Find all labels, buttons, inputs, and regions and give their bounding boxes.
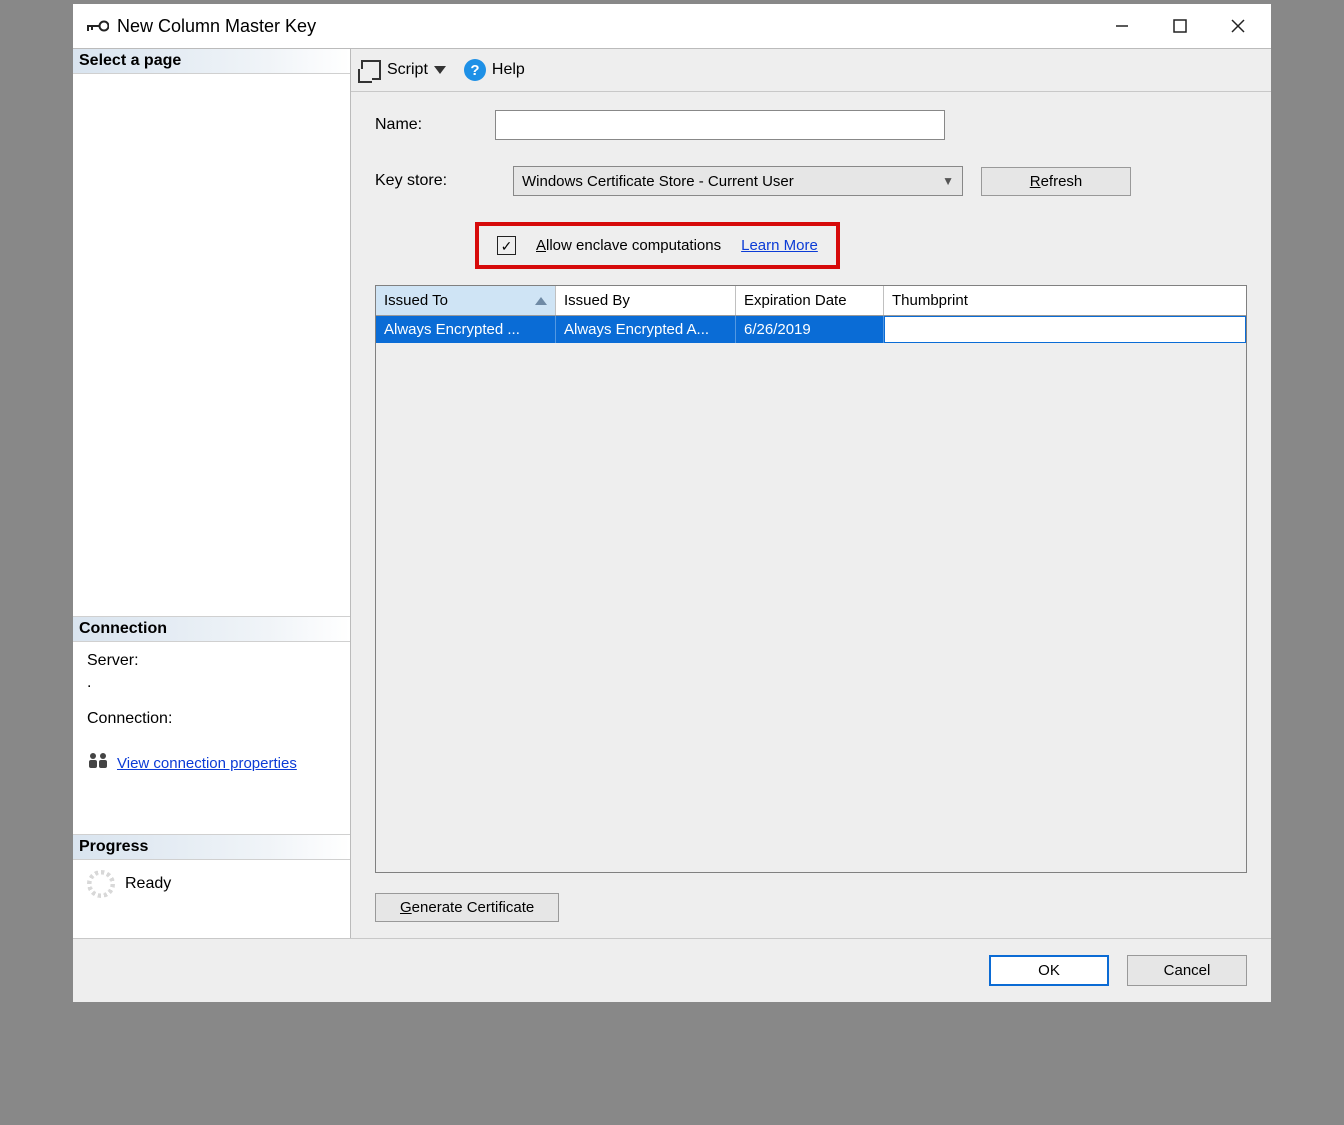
sort-asc-icon xyxy=(535,297,547,305)
grid-row[interactable]: Always Encrypted ... Always Encrypted A.… xyxy=(376,316,1246,343)
progress-block: Ready xyxy=(73,860,350,908)
progress-ring-icon xyxy=(87,870,115,898)
script-icon xyxy=(361,60,381,80)
close-button[interactable] xyxy=(1209,4,1267,48)
select-page-header: Select a page xyxy=(73,49,350,74)
enclave-highlight: ✓ Allow enclave computations Learn More xyxy=(475,222,840,269)
cell-issued-by: Always Encrypted A... xyxy=(556,316,736,343)
cell-expiration: 6/26/2019 xyxy=(736,316,884,343)
cell-issued-to: Always Encrypted ... xyxy=(376,316,556,343)
toolbar: Script ? Help xyxy=(351,49,1271,92)
titlebar: New Column Master Key xyxy=(73,4,1271,48)
dialog-footer: OK Cancel xyxy=(73,938,1271,1002)
column-thumbprint[interactable]: Thumbprint xyxy=(884,286,1246,315)
help-icon: ? xyxy=(464,59,486,81)
name-label: Name: xyxy=(375,116,495,134)
allow-enclave-label: Allow enclave computations xyxy=(536,237,721,254)
sidebar: Select a page Connection Server: . Conne… xyxy=(73,49,351,938)
maximize-button[interactable] xyxy=(1151,4,1209,48)
cell-thumbprint xyxy=(884,316,1246,343)
chevron-down-icon xyxy=(434,66,446,74)
dialog-window: New Column Master Key Select a page Conn… xyxy=(72,3,1272,1003)
minimize-button[interactable] xyxy=(1093,4,1151,48)
generate-certificate-button[interactable]: Generate Certificate xyxy=(375,893,559,922)
chevron-down-icon: ▼ xyxy=(942,174,954,188)
page-list xyxy=(73,74,350,616)
main-panel: Script ? Help Name: Key store: Windows xyxy=(351,49,1271,938)
learn-more-link[interactable]: Learn More xyxy=(741,237,818,254)
column-issued-to[interactable]: Issued To xyxy=(376,286,556,315)
cancel-button[interactable]: Cancel xyxy=(1127,955,1247,986)
grid-header: Issued To Issued By Expiration Date Thum… xyxy=(376,286,1246,316)
window-title: New Column Master Key xyxy=(117,16,1093,37)
ok-button[interactable]: OK xyxy=(989,955,1109,986)
script-label: Script xyxy=(387,61,428,79)
view-connection-properties-link[interactable]: View connection properties xyxy=(117,755,297,772)
connection-block: Server: . Connection: View connec xyxy=(73,642,350,784)
server-value: . xyxy=(87,674,336,692)
keystore-value: Windows Certificate Store - Current User xyxy=(522,173,794,190)
keystore-select[interactable]: Windows Certificate Store - Current User… xyxy=(513,166,963,196)
progress-status: Ready xyxy=(125,875,171,893)
connection-header: Connection xyxy=(73,616,350,642)
column-label: Issued To xyxy=(384,292,448,309)
keystore-label: Key store: xyxy=(375,172,495,190)
script-dropdown[interactable]: Script xyxy=(387,61,452,79)
server-label: Server: xyxy=(87,652,336,670)
certificates-grid: Issued To Issued By Expiration Date Thum… xyxy=(375,285,1247,873)
allow-enclave-checkbox[interactable]: ✓ xyxy=(497,236,516,255)
name-input[interactable] xyxy=(495,110,945,140)
connection-label: Connection: xyxy=(87,710,336,728)
refresh-button[interactable]: Refresh xyxy=(981,167,1131,196)
progress-header: Progress xyxy=(73,834,350,860)
key-icon xyxy=(87,19,109,33)
column-issued-by[interactable]: Issued By xyxy=(556,286,736,315)
column-expiration[interactable]: Expiration Date xyxy=(736,286,884,315)
connection-icon xyxy=(87,752,109,774)
help-button[interactable]: Help xyxy=(492,61,525,79)
